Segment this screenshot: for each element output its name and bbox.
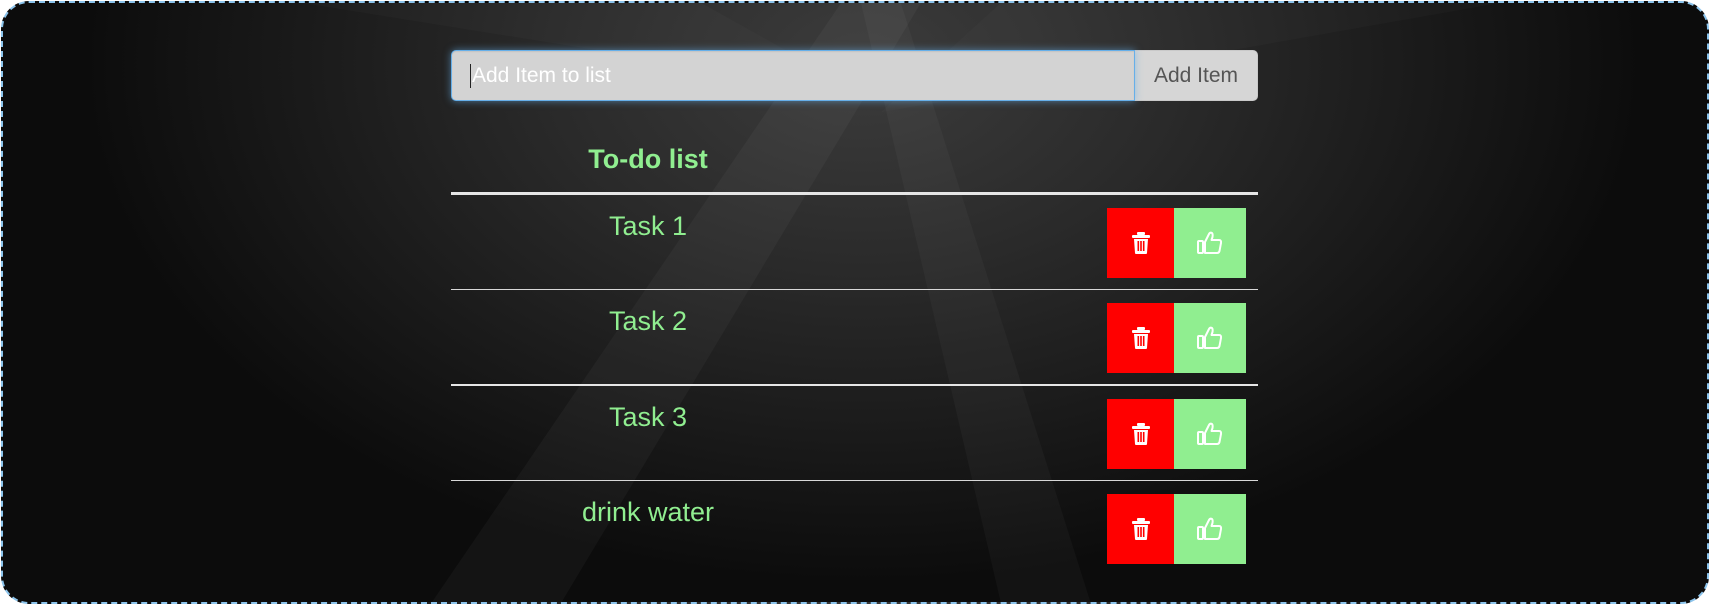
add-item-placeholder: Add Item to list bbox=[472, 63, 611, 87]
task-label: Task 2 bbox=[608, 306, 688, 336]
list-header: To-do list bbox=[451, 101, 1258, 195]
list-item: Task 2 bbox=[451, 290, 1258, 386]
add-item-group: Add Item to list Add Item bbox=[451, 50, 1258, 101]
list-item: Task 3 bbox=[451, 386, 1258, 481]
task-actions bbox=[1107, 208, 1246, 278]
delete-button[interactable] bbox=[1107, 494, 1174, 564]
task-actions bbox=[1107, 399, 1246, 469]
thumbs-up-icon bbox=[1197, 231, 1223, 255]
trash-icon bbox=[1131, 423, 1151, 445]
thumbs-up-icon bbox=[1197, 422, 1223, 446]
list-item: Task 1 bbox=[451, 195, 1258, 290]
todo-container: Add Item to list Add Item To-do list Tas… bbox=[451, 50, 1258, 575]
delete-button[interactable] bbox=[1107, 208, 1174, 278]
todo-list: Task 1 Task 2 Task 3 drink water bbox=[451, 195, 1258, 575]
task-label: Task 3 bbox=[608, 402, 688, 432]
trash-icon bbox=[1131, 232, 1151, 254]
delete-button[interactable] bbox=[1107, 303, 1174, 373]
app-frame: Add Item to list Add Item To-do list Tas… bbox=[1, 1, 1709, 604]
list-item: drink water bbox=[451, 481, 1258, 575]
thumbs-up-icon bbox=[1197, 326, 1223, 350]
task-actions bbox=[1107, 494, 1246, 564]
trash-icon bbox=[1131, 518, 1151, 540]
add-item-input[interactable]: Add Item to list bbox=[451, 50, 1135, 101]
done-button[interactable] bbox=[1174, 208, 1246, 278]
done-button[interactable] bbox=[1174, 303, 1246, 373]
task-label: Task 1 bbox=[608, 211, 688, 241]
delete-button[interactable] bbox=[1107, 399, 1174, 469]
trash-icon bbox=[1131, 327, 1151, 349]
done-button[interactable] bbox=[1174, 494, 1246, 564]
thumbs-up-icon bbox=[1197, 517, 1223, 541]
task-actions bbox=[1107, 303, 1246, 373]
done-button[interactable] bbox=[1174, 399, 1246, 469]
list-title: To-do list bbox=[588, 144, 708, 174]
add-item-button[interactable]: Add Item bbox=[1135, 50, 1258, 101]
text-caret bbox=[470, 63, 471, 88]
task-label: drink water bbox=[581, 497, 715, 527]
